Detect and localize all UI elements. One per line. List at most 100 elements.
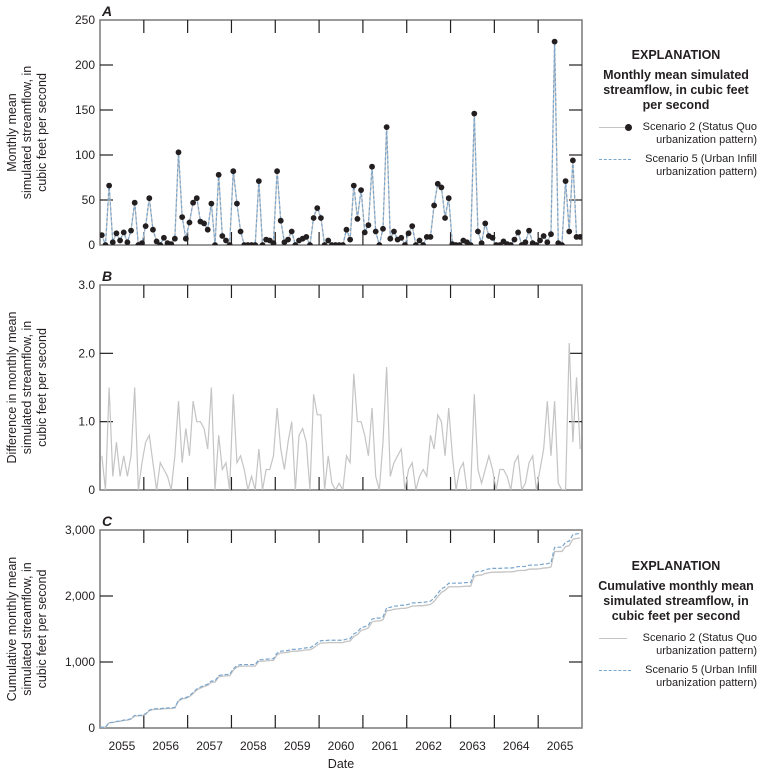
y-axis-title-line: cubic feet per second (35, 328, 49, 447)
data-point-scenario2 (113, 230, 120, 237)
data-point-scenario2 (412, 242, 419, 245)
data-point-scenario2 (142, 223, 149, 230)
x-tick-label: 2058 (240, 739, 267, 753)
legend-bottom-header: EXPLANATION (631, 559, 721, 573)
dashed-line-icon (595, 664, 635, 677)
y-axis-title-line: Difference in monthly mean (5, 311, 19, 463)
data-point-scenario2 (120, 229, 127, 236)
y-tick-label: 1,000 (65, 655, 95, 669)
y-axis-title-line: Monthly mean (5, 93, 19, 172)
data-point-scenario2 (318, 215, 324, 221)
data-point-scenario2 (350, 182, 357, 189)
data-point-scenario2 (128, 227, 134, 234)
data-point-scenario2 (456, 242, 463, 245)
data-point-scenario2 (204, 226, 211, 233)
data-point-scenario2 (292, 242, 299, 245)
data-point-scenario2 (219, 233, 226, 239)
data-point-scenario2 (124, 239, 131, 245)
data-point-scenario2 (307, 242, 313, 245)
y-tick-label: 200 (75, 58, 95, 72)
data-point-scenario2 (321, 242, 328, 245)
data-point-scenario2 (507, 242, 514, 245)
y-tick-label: 0 (88, 238, 95, 252)
data-point-scenario2 (372, 228, 379, 235)
data-point-scenario2 (277, 217, 284, 224)
legend-top-item-scenario5: Scenario 5 (Urban Infill urbanization pa… (595, 153, 757, 179)
data-point-scenario2 (376, 242, 383, 245)
x-tick-label: 2064 (503, 739, 530, 753)
data-point-scenario2 (442, 215, 448, 221)
data-point-scenario2 (186, 219, 193, 226)
panel-letter: B (102, 268, 112, 284)
legend-bottom-item-scenario2: Scenario 2 (Status Quo urbanization patt… (595, 632, 757, 658)
legend-bottom-label-scenario2: Scenario 2 (Status Quo urbanization patt… (642, 632, 757, 657)
x-tick-label: 2060 (328, 739, 355, 753)
data-point-scenario2 (223, 237, 229, 244)
y-axis-title-line: simulated streamflow, in (20, 321, 34, 454)
legend-top: EXPLANATION Monthly mean simulated strea… (595, 48, 757, 185)
data-point-scenario2 (562, 178, 569, 185)
data-point-scenario2 (168, 241, 175, 245)
legend-top-header: EXPLANATION (631, 48, 721, 62)
data-point-scenario2 (325, 237, 332, 244)
data-point-scenario2 (380, 225, 386, 232)
solid-line-with-dot-icon (595, 121, 635, 134)
data-point-scenario2 (252, 242, 259, 245)
series-scenario5-line (101, 40, 581, 245)
data-point-scenario2 (365, 222, 372, 229)
data-point-scenario2 (215, 171, 222, 178)
data-point-scenario2 (369, 163, 375, 170)
y-axis-title-line: Cumulative monthly mean (5, 557, 19, 702)
data-point-scenario2 (161, 234, 167, 241)
legend-bottom-subtitle: Cumulative monthly mean simulated stream… (598, 579, 754, 623)
data-point-scenario2 (566, 228, 573, 235)
legend-bottom-item-scenario5: Scenario 5 (Urban Infill urbanization pa… (595, 664, 757, 690)
data-point-scenario2 (551, 38, 558, 45)
data-point-scenario2 (405, 230, 412, 237)
data-point-scenario2 (208, 200, 215, 207)
y-axis-title-line: simulated streamflow, in (20, 562, 34, 695)
panel-a: A 0 50 100 150 200 250 Monthly mean simulated st… (5, 3, 583, 252)
data-point-scenario2 (190, 199, 197, 206)
data-point-scenario2 (259, 242, 266, 245)
data-point-scenario2 (420, 242, 427, 245)
data-point-scenario2 (471, 110, 478, 117)
data-point-scenario2 (339, 242, 346, 245)
data-point-scenario2 (559, 242, 565, 245)
data-point-scenario2 (402, 242, 408, 245)
panel-letter: C (102, 513, 113, 529)
data-point-scenario2 (416, 237, 423, 244)
panel-c: C 0 1,000 2,000 3,000 Cumulative monthly mean… (5, 513, 583, 735)
x-tick-label: 2061 (371, 739, 398, 753)
data-point-scenario2 (193, 195, 200, 202)
data-point-scenario2 (522, 239, 529, 245)
plot-area (101, 343, 581, 490)
x-tick-label: 2063 (459, 739, 486, 753)
data-point-scenario2 (540, 233, 547, 239)
data-point-scenario2 (274, 168, 280, 175)
data-point-scenario2 (157, 242, 164, 245)
solid-line-icon (595, 632, 635, 645)
y-axis-title-line: simulated streamflow, in (20, 66, 34, 199)
data-point-scenario2 (475, 228, 481, 235)
y-tick-label: 250 (75, 13, 95, 27)
series-scenario5-cumulative-line (100, 532, 581, 728)
data-point-scenario2 (117, 237, 123, 244)
dashed-line-icon (595, 153, 635, 166)
data-point-scenario2 (387, 235, 394, 242)
data-point-scenario2 (314, 205, 321, 212)
data-point-scenario2 (526, 227, 532, 234)
data-point-scenario2 (146, 195, 153, 202)
y-tick-label: 0 (88, 721, 95, 735)
series-scenario2-cumulative-line (100, 537, 581, 728)
y-axis-title-line: cubic feet per second (35, 73, 49, 192)
data-point-scenario2 (548, 231, 554, 238)
x-tick-label: 2059 (284, 739, 311, 753)
y-axis-title: Cumulative monthly mean simulated streamf… (5, 557, 49, 702)
plot-area (100, 38, 582, 245)
series-difference-line (101, 343, 581, 490)
data-point-scenario2 (226, 242, 233, 245)
data-point-scenario2 (237, 228, 244, 235)
data-point-scenario2 (354, 216, 361, 222)
data-point-scenario2 (427, 234, 434, 240)
